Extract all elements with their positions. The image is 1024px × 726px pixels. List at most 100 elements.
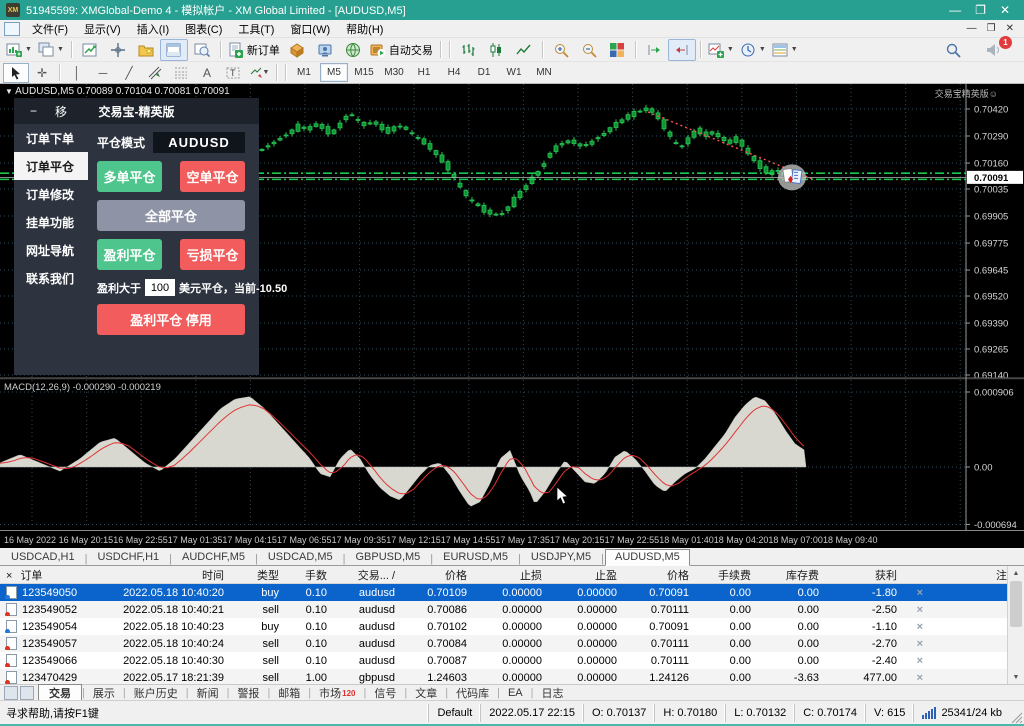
navigator-button[interactable] (132, 39, 160, 61)
close-buy-button[interactable]: 多单平仓 (97, 161, 162, 192)
close-losing-button[interactable]: 亏损平仓 (180, 239, 245, 270)
order-row-123549050[interactable]: 1235490502022.05.18 10:40:20buy0.10audus… (0, 584, 1024, 601)
dock-icon[interactable] (4, 686, 18, 700)
chart-tab-GBPUSD-M5[interactable]: GBPUSD,M5 (347, 550, 430, 565)
web-button[interactable] (339, 39, 367, 61)
bar-chart-button[interactable] (454, 39, 482, 61)
chart-tab-AUDCHF-M5[interactable]: AUDCHF,M5 (173, 550, 254, 565)
minimize-button[interactable]: — (949, 3, 961, 17)
menu-item-H[interactable]: 帮助(H) (338, 20, 391, 38)
order-close-button[interactable]: × (903, 655, 929, 667)
time-axis[interactable]: 16 May 202216 May 20:1516 May 22:5517 Ma… (0, 530, 1024, 549)
col-header-8[interactable]: 价格 (623, 567, 695, 583)
market-watch-button[interactable] (76, 39, 104, 61)
cursor-tool[interactable] (3, 63, 29, 83)
profit-threshold-input[interactable] (145, 279, 175, 296)
resize-grip[interactable] (1011, 712, 1023, 724)
timeframe-M15[interactable]: M15 (350, 63, 378, 82)
close-mode-symbol[interactable]: AUDUSD (153, 132, 245, 153)
data-window-button[interactable] (104, 39, 132, 61)
menu-item-V[interactable]: 显示(V) (76, 20, 129, 38)
trendline-tool[interactable]: ╱ (116, 63, 142, 83)
terminal-close-icon[interactable]: × (6, 570, 12, 582)
col-header-0[interactable]: ×订单 (0, 567, 95, 583)
bottom-tab-新闻[interactable]: 新闻 (189, 685, 227, 701)
scrollbar-thumb[interactable] (1010, 581, 1022, 627)
timeframe-M30[interactable]: M30 (380, 63, 408, 82)
periods-button[interactable]: ▼ (737, 39, 769, 61)
timeframe-D1[interactable]: D1 (470, 63, 498, 82)
col-header-2[interactable]: 类型 (230, 567, 285, 583)
auto-scroll-button[interactable] (668, 39, 696, 61)
panel-nav-网址导航[interactable]: 网址导航 (14, 236, 88, 264)
scroll-up-arrow[interactable]: ▲ (1008, 566, 1024, 580)
col-header-3[interactable]: 手数 (285, 567, 333, 583)
bottom-tab-交易[interactable]: 交易 (38, 684, 82, 701)
new-chart-button[interactable]: ▼ (3, 39, 35, 61)
col-header-7[interactable]: 止盈 (548, 567, 623, 583)
text-tool[interactable]: A (194, 63, 220, 83)
status-profile[interactable]: Default (428, 704, 480, 722)
panel-nav-订单平仓[interactable]: 订单平仓 (14, 152, 88, 180)
panel-nav-挂单功能[interactable]: 挂单功能 (14, 208, 88, 236)
vertical-line-tool[interactable]: │ (64, 63, 90, 83)
candlestick-chart-button[interactable] (482, 39, 510, 61)
chart-shift-button[interactable] (640, 39, 668, 61)
scroll-down-arrow[interactable]: ▼ (1008, 670, 1024, 684)
maximize-button[interactable]: ❐ (975, 3, 986, 17)
timeframe-M1[interactable]: M1 (290, 63, 318, 82)
trade-panel-header[interactable]: − 移 交易宝-精英版 (14, 98, 259, 124)
col-header-4[interactable]: 交易... / (333, 567, 401, 583)
order-close-button[interactable]: × (903, 587, 929, 599)
chart-window-icon[interactable] (4, 22, 20, 36)
timeframe-W1[interactable]: W1 (500, 63, 528, 82)
col-header-5[interactable]: 价格 (401, 567, 473, 583)
bottom-tab-警报[interactable]: 警报 (229, 685, 267, 701)
crosshair-tool[interactable]: ✛ (29, 63, 55, 83)
new-order-button[interactable]: 新订单 (225, 39, 283, 61)
order-close-button[interactable]: × (903, 621, 929, 633)
order-row-123549054[interactable]: 1235490542022.05.18 10:40:23buy0.10audus… (0, 618, 1024, 635)
close-profitable-button[interactable]: 盈利平仓 (97, 239, 162, 270)
close-sell-button[interactable]: 空单平仓 (180, 161, 245, 192)
horizontal-line-tool[interactable]: ─ (90, 63, 116, 83)
col-header-6[interactable]: 止损 (473, 567, 548, 583)
panel-nav-联系我们[interactable]: 联系我们 (14, 264, 88, 292)
bottom-tab-日志[interactable]: 日志 (534, 685, 572, 701)
timeframe-H4[interactable]: H4 (440, 63, 468, 82)
zoom-out-button[interactable] (575, 39, 603, 61)
indicators-button[interactable]: ▼ (705, 39, 737, 61)
col-header-1[interactable]: 时间 (95, 567, 230, 583)
mdi-close-button[interactable]: ✕ (1006, 23, 1014, 34)
fibonacci-tool[interactable] (168, 63, 194, 83)
chart-tab-USDJPY-M5[interactable]: USDJPY,M5 (522, 550, 600, 565)
bottom-tab-账户历史[interactable]: 账户历史 (126, 685, 186, 701)
order-close-button[interactable]: × (903, 672, 929, 684)
channel-tool[interactable] (142, 63, 168, 83)
chart-tab-EURUSD-M5[interactable]: EURUSD,M5 (434, 550, 517, 565)
panel-collapse-button[interactable]: − (30, 104, 37, 118)
notifications-button[interactable]: 1 (979, 39, 1007, 61)
menu-item-F[interactable]: 文件(F) (24, 20, 76, 38)
chart-tab-AUDUSD-M5[interactable]: AUDUSD,M5 (605, 549, 690, 566)
order-row-123549066[interactable]: 1235490662022.05.18 10:40:30sell0.10audu… (0, 652, 1024, 669)
search-button[interactable] (939, 39, 967, 61)
order-close-button[interactable]: × (903, 638, 929, 650)
bottom-tab-EA[interactable]: EA (500, 687, 531, 699)
line-chart-button[interactable] (510, 39, 538, 61)
chart-tab-USDCAD-M5[interactable]: USDCAD,M5 (259, 550, 342, 565)
strategy-tester-button[interactable] (188, 39, 216, 61)
bottom-tab-展示[interactable]: 展示 (85, 685, 123, 701)
order-row-123470429[interactable]: 1234704292022.05.17 18:21:39sell1.00gbpu… (0, 669, 1024, 684)
bottom-tab-代码库[interactable]: 代码库 (448, 685, 497, 701)
close-button[interactable]: ✕ (1000, 3, 1010, 17)
panel-nav-订单下单[interactable]: 订单下单 (14, 124, 88, 152)
zoom-in-button[interactable] (547, 39, 575, 61)
bottom-tab-邮箱[interactable]: 邮箱 (270, 685, 308, 701)
col-header-11[interactable]: 获利 (825, 567, 903, 583)
order-row-123549052[interactable]: 1235490522022.05.18 10:40:21sell0.10audu… (0, 601, 1024, 618)
timeframe-H1[interactable]: H1 (410, 63, 438, 82)
terminal-scrollbar[interactable]: ▲ ▼ (1007, 566, 1024, 684)
profit-close-toggle-button[interactable]: 盈利平仓 停用 (97, 304, 245, 335)
bottom-tab-文章[interactable]: 文章 (407, 685, 445, 701)
